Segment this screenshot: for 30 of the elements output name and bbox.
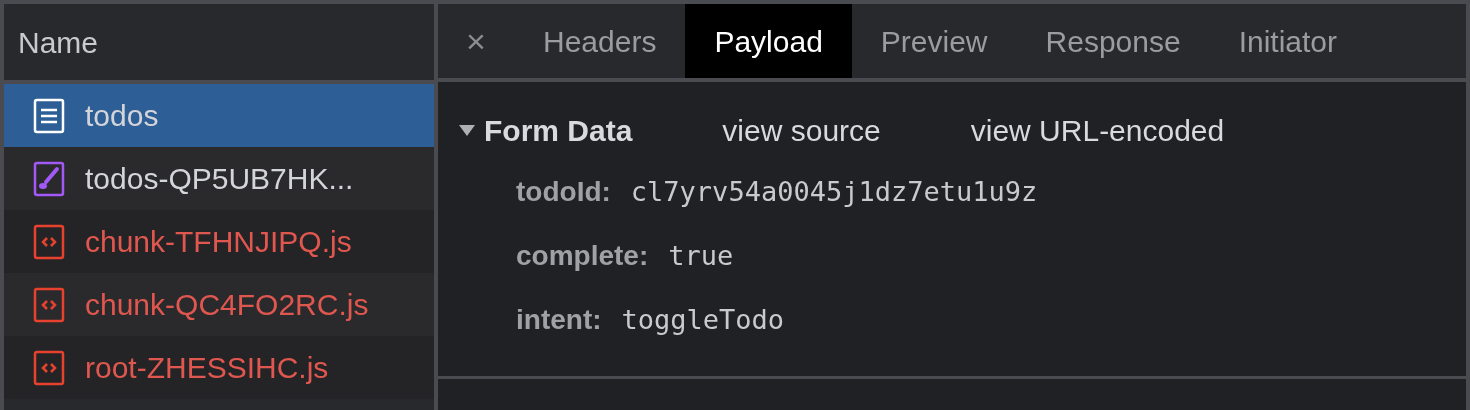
request-name: todos-QP5UB7HK... xyxy=(85,161,354,197)
request-name: todos xyxy=(85,98,159,134)
code-file-icon xyxy=(33,286,65,323)
field-value: true xyxy=(668,238,734,273)
request-name: chunk-QC4FO2RC.js xyxy=(85,287,369,323)
request-name: chunk-TFHNJIPQ.js xyxy=(85,224,352,260)
request-name: root-ZHESSIHC.js xyxy=(85,350,329,386)
request-row[interactable]: root-ZHESSIHC.js xyxy=(4,336,434,399)
field-value: toggleTodo xyxy=(621,302,785,337)
view-link[interactable]: view URL-encoded xyxy=(970,107,1225,153)
field-key: todoId: xyxy=(516,171,611,213)
caret-down-icon xyxy=(458,123,476,137)
tab[interactable]: Headers xyxy=(514,4,686,78)
field-value: cl7yrv54a0045j1dz7etu1u9z xyxy=(630,174,1038,209)
request-row[interactable]: todos xyxy=(4,84,434,147)
view-link[interactable]: view source xyxy=(722,107,881,153)
tab[interactable]: Initiator xyxy=(1209,4,1366,78)
close-button[interactable]: × xyxy=(438,4,514,78)
document-icon xyxy=(33,97,65,134)
column-header[interactable]: Name xyxy=(18,19,99,65)
tab[interactable]: Response xyxy=(1016,4,1210,78)
request-row[interactable]: chunk-TFHNJIPQ.js xyxy=(4,210,434,273)
tab[interactable]: Preview xyxy=(851,4,1017,78)
tab[interactable]: Payload xyxy=(685,4,852,78)
field-key: intent: xyxy=(516,299,602,341)
code-file-icon xyxy=(33,223,65,260)
section-toggle[interactable]: Form Data xyxy=(458,107,633,153)
code-file-icon xyxy=(33,349,65,386)
brush-icon xyxy=(33,160,65,197)
field-key: complete: xyxy=(516,235,649,277)
